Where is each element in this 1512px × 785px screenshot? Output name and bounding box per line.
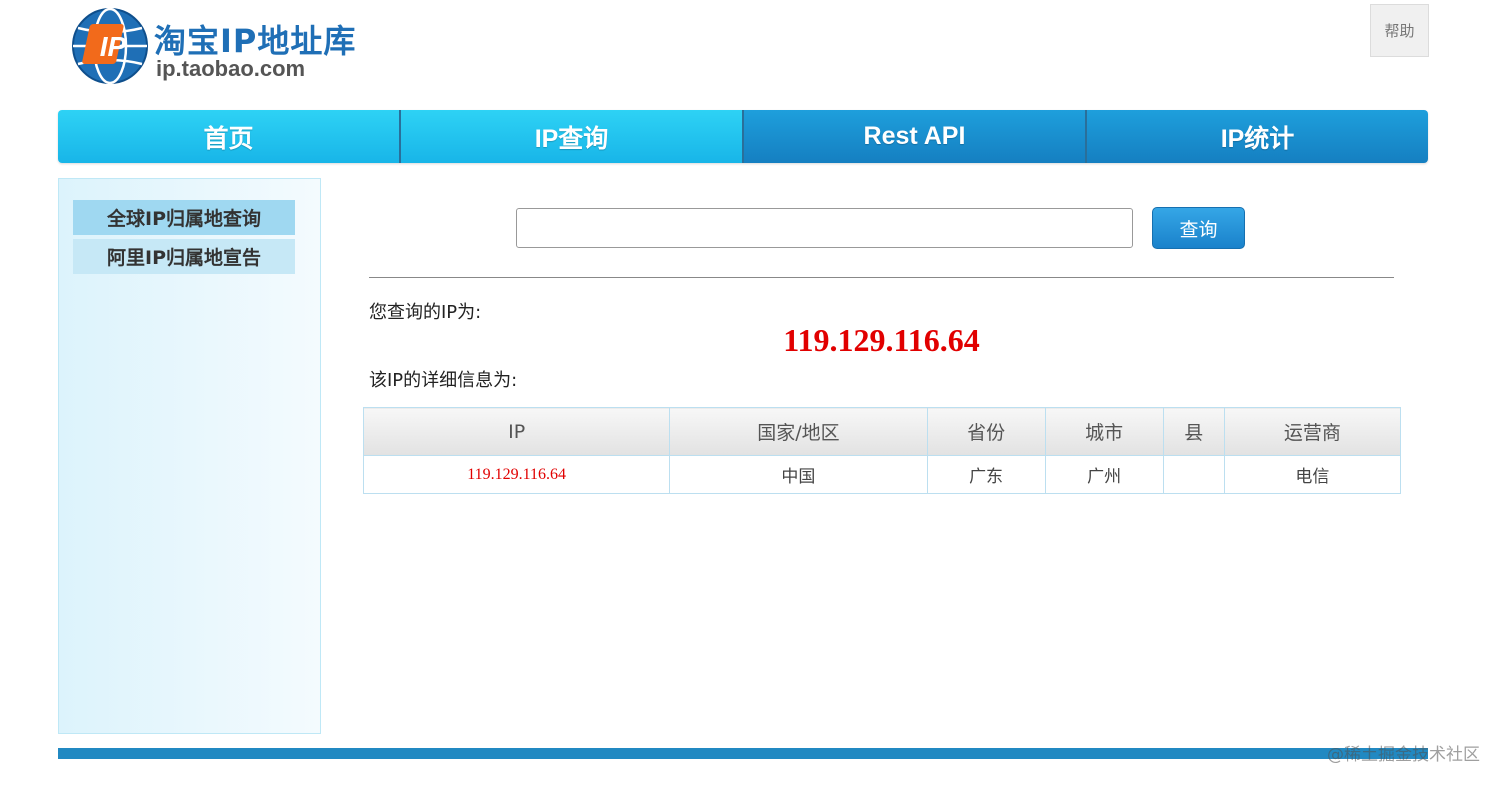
table-row: 119.129.116.64 中国 广东 广州 电信	[362, 455, 1402, 494]
column-header-isp: 运营商	[1223, 407, 1402, 456]
sidebar-item-global-ip-lookup[interactable]: 全球IP归属地查询	[73, 200, 295, 235]
column-header-ip: IP	[362, 407, 671, 456]
cell-city: 广州	[1044, 455, 1164, 494]
ip-detail-label: 该IP的详细信息为:	[369, 370, 518, 391]
query-button[interactable]: 查询	[1152, 207, 1245, 249]
watermark: @稀土掘金技术社区	[1327, 745, 1480, 765]
ip-detail-table: IP 国家/地区 省份 城市 县 运营商 119.129.116.64 中国 广…	[362, 407, 1402, 494]
column-header-country: 国家/地区	[669, 407, 928, 456]
site-logo[interactable]: IP 淘宝IP地址库 ip.taobao.com	[70, 6, 370, 86]
page: IP 淘宝IP地址库 ip.taobao.com 帮助 首页 IP查询 Rest…	[0, 0, 1512, 785]
cell-province: 广东	[926, 455, 1046, 494]
queried-ip-value: 119.129.116.64	[783, 322, 980, 358]
footer-bar	[58, 748, 1428, 759]
cell-country: 中国	[669, 455, 928, 494]
nav-item-home[interactable]: 首页	[58, 110, 401, 163]
cell-ip: 119.129.116.64	[362, 455, 671, 494]
logo-domain: ip.taobao.com	[156, 56, 306, 81]
table-header-row: IP 国家/地区 省份 城市 县 运营商	[362, 407, 1402, 456]
ip-search-input[interactable]	[516, 208, 1133, 248]
column-header-province: 省份	[926, 407, 1046, 456]
sidebar-item-ali-ip-announcement[interactable]: 阿里IP归属地宣告	[73, 239, 295, 274]
nav-item-ip-stats[interactable]: IP统计	[1087, 110, 1428, 163]
help-button[interactable]: 帮助	[1370, 4, 1429, 57]
main-nav: 首页 IP查询 Rest API IP统计	[58, 110, 1428, 163]
globe-logo-icon: IP	[72, 7, 148, 85]
cell-isp: 电信	[1223, 455, 1402, 494]
sidebar: 全球IP归属地查询 阿里IP归属地宣告	[58, 178, 321, 734]
column-header-city: 城市	[1044, 407, 1164, 456]
nav-item-rest-api[interactable]: Rest API	[744, 110, 1087, 163]
column-header-county: 县	[1162, 407, 1225, 456]
divider	[369, 277, 1394, 278]
cell-county	[1162, 455, 1225, 494]
queried-ip-label: 您查询的IP为:	[369, 302, 482, 323]
logo-badge-text: IP	[100, 31, 127, 62]
nav-item-ip-query[interactable]: IP查询	[401, 110, 744, 163]
